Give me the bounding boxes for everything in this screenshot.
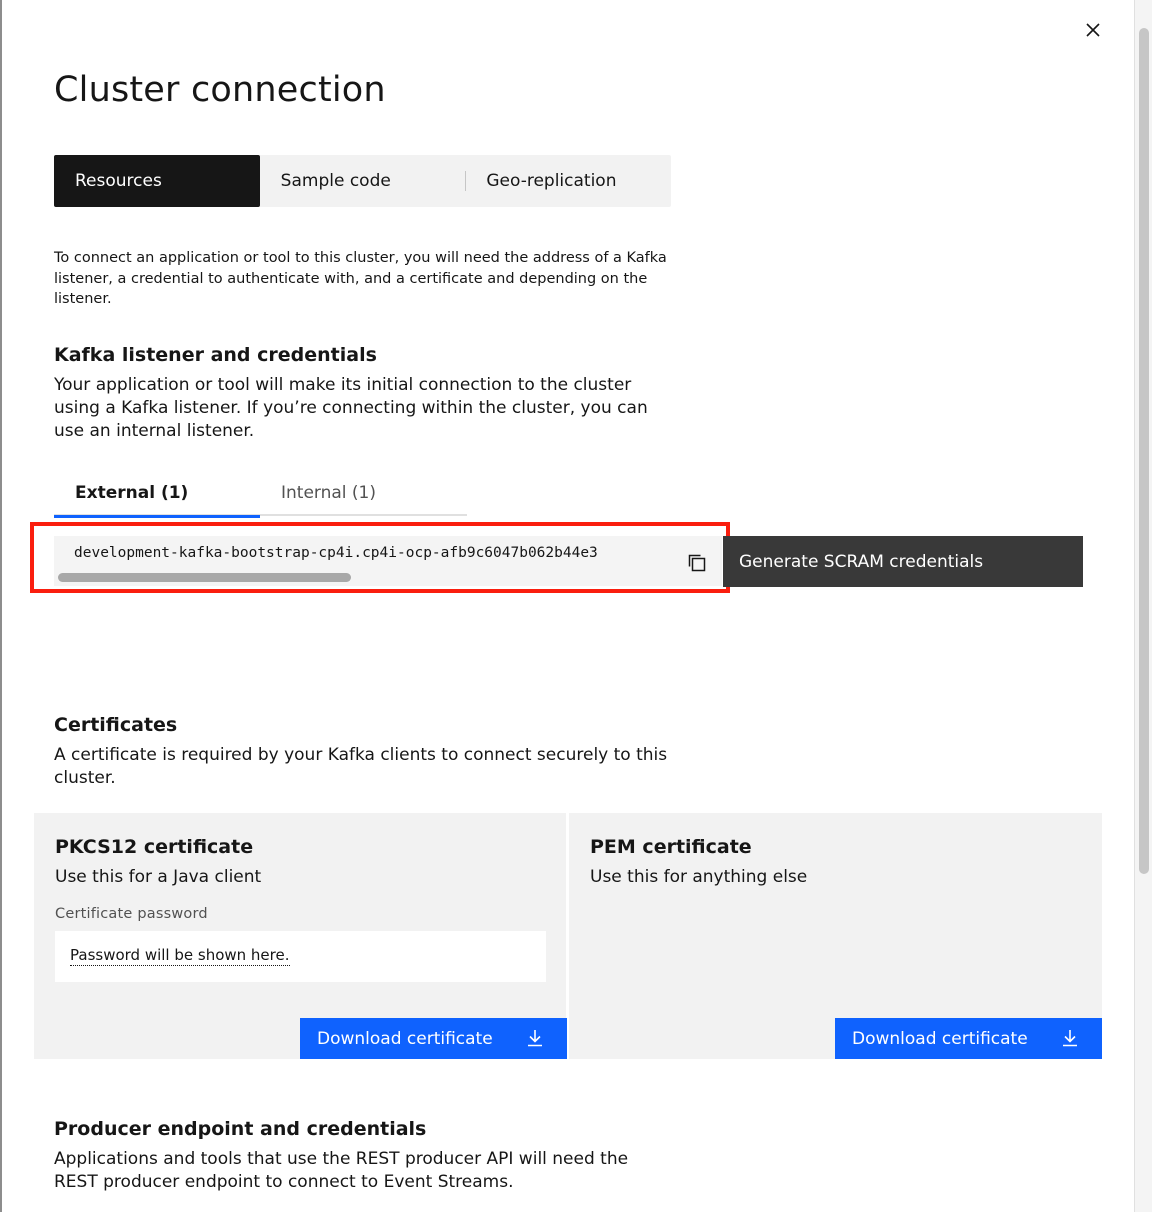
tab-resources[interactable]: Resources <box>54 155 260 207</box>
tile-title: PKCS12 certificate <box>55 836 254 858</box>
tile-title: PEM certificate <box>590 836 752 858</box>
pkcs12-certificate-tile: PKCS12 certificate Use this for a Java c… <box>34 813 567 1059</box>
download-icon <box>528 1030 542 1047</box>
producer-section-description: Applications and tools that use the REST… <box>54 1149 629 1192</box>
button-label: Generate SCRAM credentials <box>739 551 984 572</box>
close-button[interactable] <box>1080 17 1106 43</box>
tab-label: External (1) <box>75 483 189 503</box>
scrollbar-thumb[interactable] <box>1139 28 1149 874</box>
certificates-heading: Certificates <box>54 714 178 736</box>
tab-label: Sample code <box>280 171 391 191</box>
intro-text: To connect an application or tool to thi… <box>54 250 667 307</box>
tab-sample-code[interactable]: Sample code <box>260 155 466 207</box>
pem-certificate-tile: PEM certificate Use this for anything el… <box>569 813 1102 1059</box>
download-icon <box>1063 1030 1077 1047</box>
tile-subtitle: Use this for anything else <box>590 867 808 887</box>
download-pkcs12-button[interactable]: Download certificate <box>300 1018 567 1059</box>
tab-divider <box>465 171 467 191</box>
tab-label: Geo-replication <box>486 171 617 191</box>
producer-section-heading: Producer endpoint and credentials <box>54 1118 427 1140</box>
close-icon <box>1086 23 1100 37</box>
generate-scram-credentials-button[interactable]: Generate SCRAM credentials <box>723 536 1083 587</box>
password-placeholder: Password will be shown here. <box>70 946 290 966</box>
listener-tabs: External (1) Internal (1) <box>54 470 467 518</box>
dialog-left-edge <box>0 0 2 1212</box>
content-switcher: Resources Sample code Geo-replication <box>54 155 671 207</box>
kafka-section-description: Your application or tool will make its i… <box>54 375 648 441</box>
tab-external[interactable]: External (1) <box>54 470 260 518</box>
tab-label: Resources <box>75 171 162 191</box>
tab-label: Internal (1) <box>281 483 377 503</box>
vertical-scrollbar[interactable] <box>1134 0 1152 1212</box>
kafka-section-heading: Kafka listener and credentials <box>54 344 377 366</box>
certificate-password-field[interactable]: Password will be shown here. <box>55 931 546 982</box>
tile-subtitle: Use this for a Java client <box>55 867 262 887</box>
dialog-title: Cluster connection <box>54 70 386 110</box>
tab-internal[interactable]: Internal (1) <box>260 470 466 516</box>
highlight-annotation <box>30 522 730 593</box>
button-label: Download certificate <box>852 1028 1028 1049</box>
certificates-description: A certificate is required by your Kafka … <box>54 745 668 788</box>
download-pem-button[interactable]: Download certificate <box>835 1018 1102 1059</box>
certificate-password-label: Certificate password <box>55 906 208 922</box>
tab-geo-replication[interactable]: Geo-replication <box>465 155 671 207</box>
button-label: Download certificate <box>317 1028 493 1049</box>
